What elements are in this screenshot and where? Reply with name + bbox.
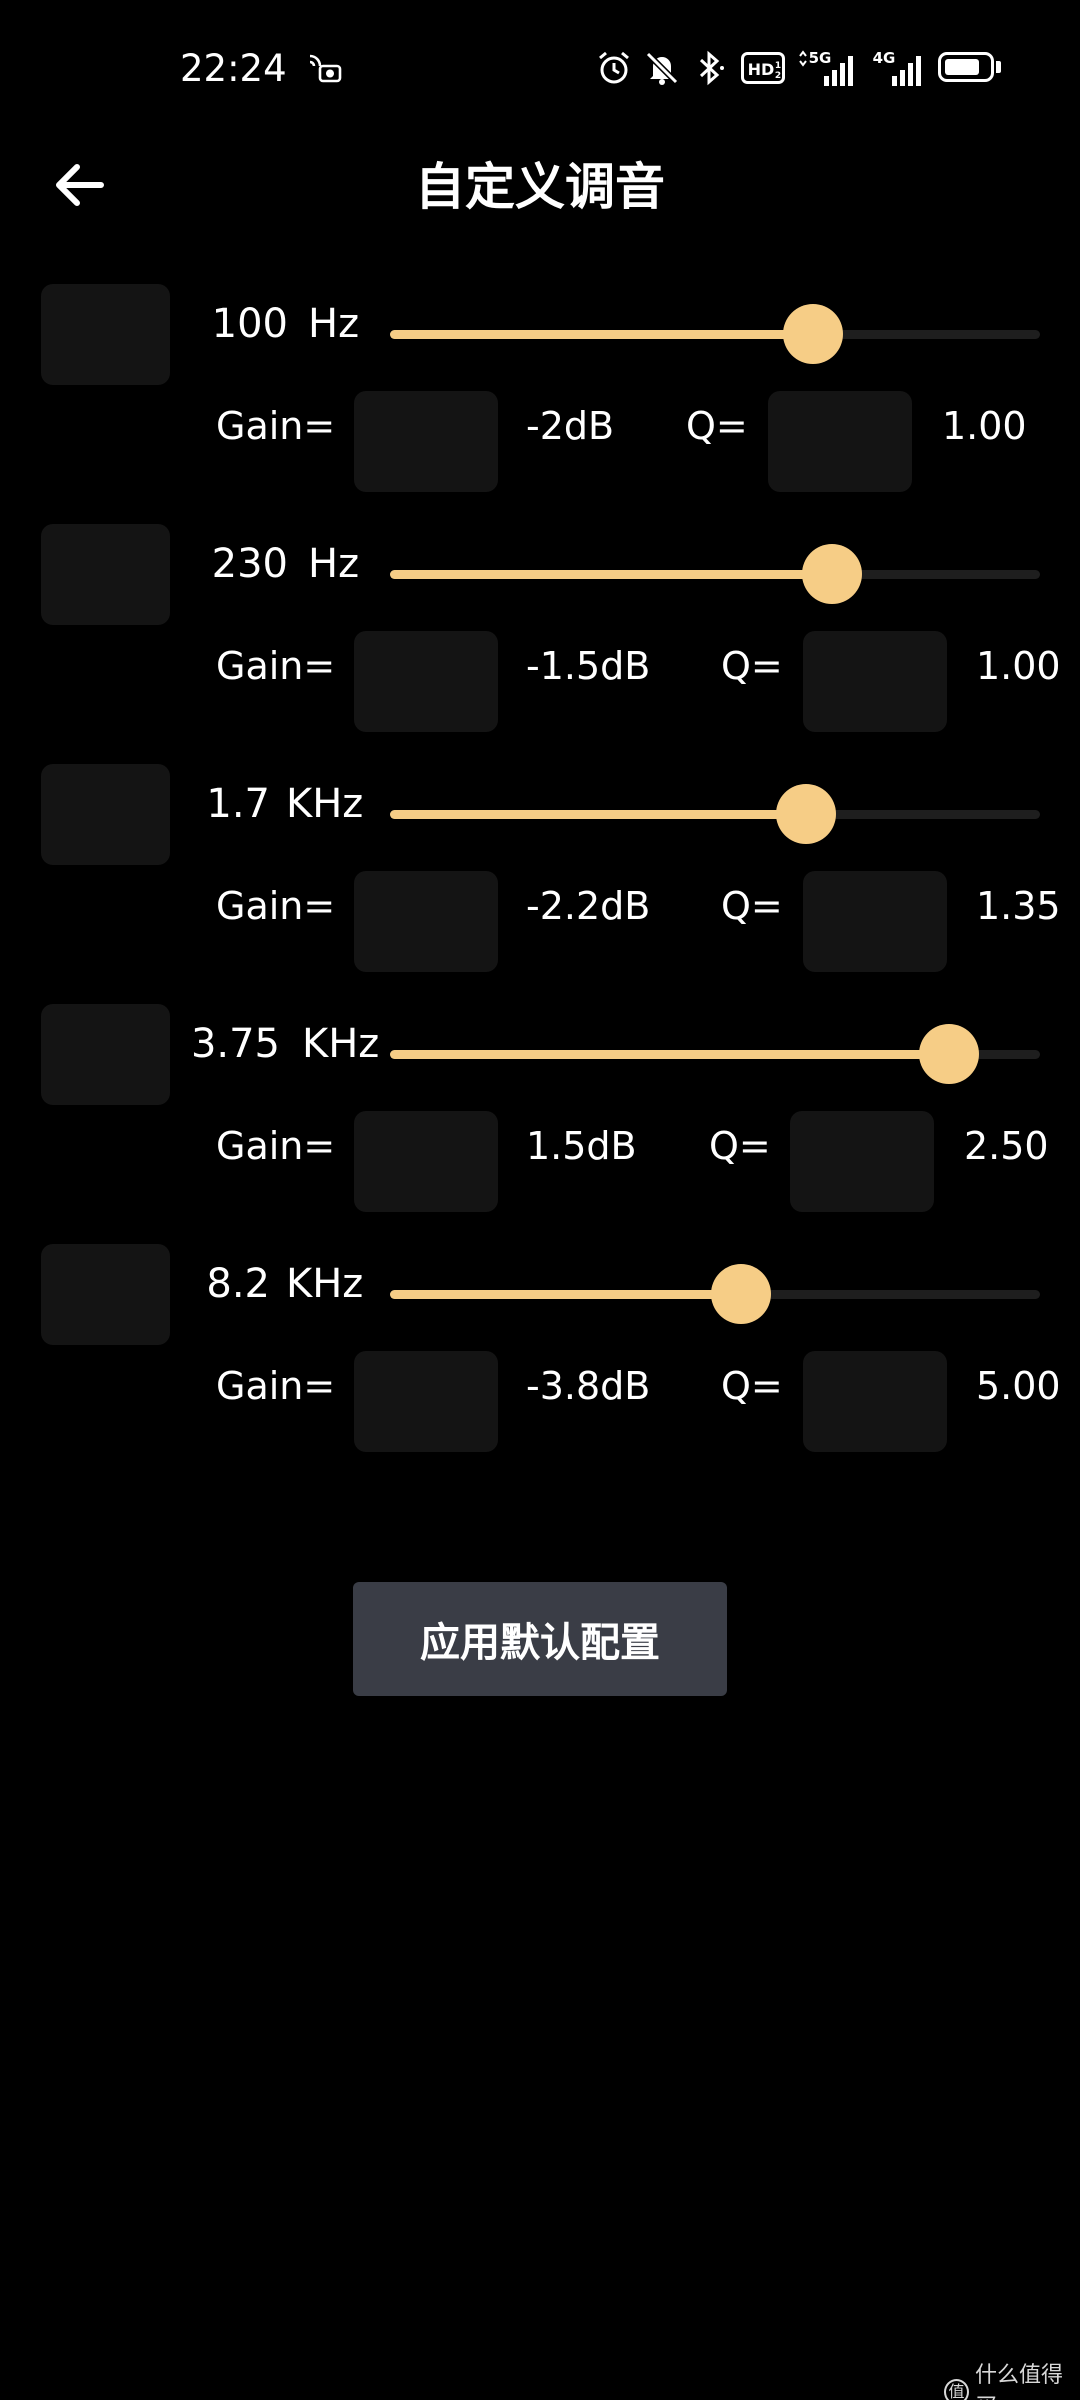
band-frequency: 8.2 (206, 1261, 270, 1307)
slider-fill (390, 330, 813, 339)
q-input[interactable] (790, 1111, 934, 1212)
band-frequency-unit: KHz (302, 1021, 380, 1067)
q-label: Q= (686, 404, 748, 448)
gain-value: 1.5dB (526, 1124, 637, 1168)
watermark-text: 什么值得买 (975, 2363, 1064, 2400)
band-gain-slider[interactable] (390, 1264, 1040, 1324)
gain-input[interactable] (354, 391, 498, 492)
band-frequency-unit: KHz (286, 1261, 364, 1307)
gain-input[interactable] (354, 1111, 498, 1212)
q-label: Q= (721, 644, 783, 688)
band-gain-slider[interactable] (390, 784, 1040, 844)
gain-input[interactable] (354, 631, 498, 732)
q-label: Q= (709, 1124, 771, 1168)
band-frequency-unit: Hz (308, 541, 360, 587)
battery-icon (938, 52, 994, 82)
band-frequency-unit: Hz (308, 301, 360, 347)
slider-thumb[interactable] (711, 1264, 771, 1324)
gain-value: -2.2dB (526, 884, 651, 928)
band-8-2khz: 8.2 KHz Gain= -3.8dB Q= 5.00 (0, 1244, 1080, 1484)
q-value: 1.00 (942, 404, 1027, 448)
q-value: 1.00 (976, 644, 1061, 688)
band-3-75khz: 3.75 KHz Gain= 1.5dB Q= 2.50 (0, 1004, 1080, 1244)
gain-input[interactable] (354, 871, 498, 972)
svg-text:2: 2 (775, 71, 781, 81)
gain-label: Gain= (216, 1124, 336, 1168)
q-value: 5.00 (976, 1364, 1061, 1408)
band-gain-slider[interactable] (390, 544, 1040, 604)
net1-label: 5G (809, 49, 832, 67)
slider-fill (390, 570, 832, 579)
slider-fill (390, 810, 806, 819)
status-time: 22:24 (180, 47, 287, 90)
net2-label: 4G (873, 49, 896, 67)
hd-label: HD (748, 60, 775, 79)
band-frequency: 100 (211, 301, 288, 347)
gain-label: Gain= (216, 1364, 336, 1408)
slider-thumb[interactable] (919, 1024, 979, 1084)
slider-thumb[interactable] (782, 304, 843, 364)
4g-signal-icon: 4G (870, 48, 928, 88)
apply-default-button[interactable]: 应用默认配置 (353, 1582, 727, 1696)
alarm-icon (594, 48, 634, 88)
q-input[interactable] (803, 631, 947, 732)
slider-thumb[interactable] (802, 544, 862, 604)
q-input[interactable] (803, 871, 947, 972)
gain-value: -1.5dB (526, 644, 651, 688)
q-label: Q= (721, 1364, 783, 1408)
slider-thumb[interactable] (776, 784, 836, 844)
band-gain-slider[interactable] (390, 1024, 1040, 1084)
q-value: 1.35 (976, 884, 1061, 928)
band-1-7khz: 1.7 KHz Gain= -2.2dB Q= 1.35 (0, 764, 1080, 1004)
5g-signal-icon: 5G (796, 48, 858, 88)
gain-input[interactable] (354, 1351, 498, 1452)
cast-camera-icon (306, 48, 342, 88)
q-input[interactable] (768, 391, 912, 492)
q-value: 2.50 (964, 1124, 1049, 1168)
q-label: Q= (721, 884, 783, 928)
watermark: 值 什么值得买 (944, 2360, 1080, 2400)
gain-label: Gain= (216, 404, 336, 448)
band-100hz: 100 Hz Gain= -2dB Q= 1.00 (0, 284, 1080, 524)
gain-value: -2dB (526, 404, 615, 448)
mute-icon (642, 48, 682, 88)
band-gain-slider[interactable] (390, 304, 1040, 364)
gain-label: Gain= (216, 644, 336, 688)
slider-fill (390, 1050, 949, 1059)
bluetooth-icon (690, 48, 730, 88)
band-frequency: 3.75 (190, 1021, 280, 1067)
q-input[interactable] (803, 1351, 947, 1452)
band-frequency: 1.7 (206, 781, 270, 827)
battery-level (945, 59, 979, 75)
band-230hz: 230 Hz Gain= -1.5dB Q= 1.00 (0, 524, 1080, 764)
status-bar: 22:24 HD 1 2 5G 4G (0, 0, 1080, 140)
eq-screen: 22:24 HD 1 2 5G 4G 自定义调音 100 Hz Gain= -2… (0, 0, 1080, 2400)
svg-text:1: 1 (775, 61, 781, 71)
gain-value: -3.8dB (526, 1364, 651, 1408)
hd-icon: HD 1 2 (740, 48, 786, 88)
page-title: 自定义调音 (415, 158, 665, 216)
watermark-logo-icon: 值 (944, 2379, 969, 2400)
band-frequency: 230 (211, 541, 288, 587)
slider-fill (390, 1290, 741, 1299)
battery-tip (996, 61, 1001, 73)
gain-label: Gain= (216, 884, 336, 928)
band-frequency-unit: KHz (286, 781, 364, 827)
